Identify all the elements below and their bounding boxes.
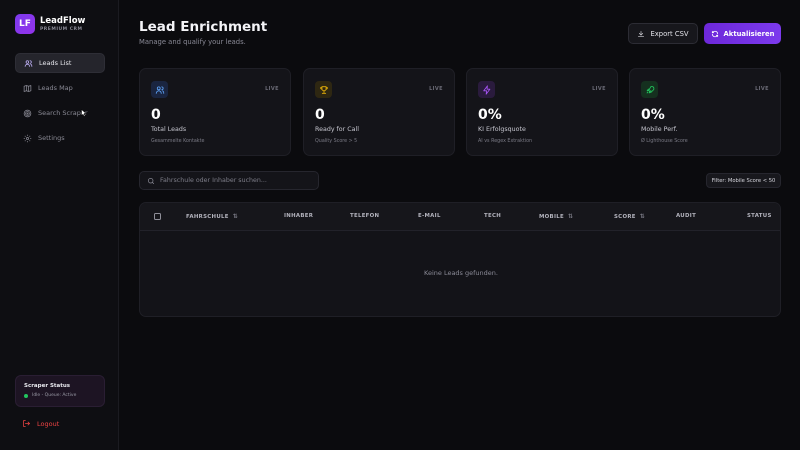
stat-value: 0% xyxy=(641,107,665,123)
refresh-icon xyxy=(711,30,718,37)
column-mobile[interactable]: MOBILE ⇅ xyxy=(539,213,573,220)
sidebar-item-search-scraper[interactable]: Search Scraper xyxy=(15,103,105,123)
column-audit: AUDIT xyxy=(676,213,697,219)
leads-table: FAHRSCHULE ⇅ INHABER TELEFON E-MAIL TECH … xyxy=(139,202,781,317)
live-badge: LIVE xyxy=(755,86,769,92)
filter-mobile-score-button[interactable]: Filter: Mobile Score < 50 xyxy=(706,173,781,188)
column-status: STATUS xyxy=(747,213,772,219)
export-csv-button[interactable]: Export CSV xyxy=(628,23,698,44)
sidebar: LF LeadFlow PREMIUM CRM Leads List Leads… xyxy=(0,0,119,450)
gear-icon xyxy=(23,134,32,142)
column-score[interactable]: SCORE ⇅ xyxy=(614,213,645,220)
stat-value: 0 xyxy=(315,107,325,123)
stat-sublabel: Ø Lighthouse Score xyxy=(641,139,688,144)
column-email: E-MAIL xyxy=(418,213,441,219)
bolt-icon xyxy=(482,84,490,95)
table-header: FAHRSCHULE ⇅ INHABER TELEFON E-MAIL TECH … xyxy=(140,203,780,231)
stat-label: KI Erfolgsquote xyxy=(478,126,526,133)
export-csv-label: Export CSV xyxy=(650,29,689,38)
search-input[interactable]: Fahrschule oder Inhaber suchen... xyxy=(139,171,319,190)
brand-logo: LF xyxy=(15,14,35,34)
live-badge: LIVE xyxy=(265,86,279,92)
stat-sublabel: Quality Score > 5 xyxy=(315,139,358,144)
live-badge: LIVE xyxy=(592,86,606,92)
trophy-icon xyxy=(319,85,328,94)
stat-label: Total Leads xyxy=(151,126,187,133)
logout-label: Logout xyxy=(37,419,60,428)
sort-icon: ⇅ xyxy=(639,213,646,220)
sidebar-item-label: Leads Map xyxy=(38,84,73,92)
select-all-checkbox[interactable] xyxy=(154,213,161,220)
scraper-status-card: Scraper Status Idle - Queue: Active xyxy=(15,375,105,407)
sidebar-item-leads-map[interactable]: Leads Map xyxy=(15,78,105,98)
refresh-button[interactable]: Aktualisieren xyxy=(704,23,781,44)
live-badge: LIVE xyxy=(429,86,443,92)
logout-button[interactable]: Logout xyxy=(22,419,59,428)
stat-card-total-leads: LIVE 0 Total Leads Gesammelte Kontakte xyxy=(139,68,291,156)
stat-value: 0% xyxy=(478,107,502,123)
sidebar-item-label: Settings xyxy=(38,134,65,142)
stat-card-ki-erfolgsquote: LIVE 0% KI Erfolgsquote AI vs Regex Extr… xyxy=(466,68,618,156)
logout-icon xyxy=(23,420,30,427)
scraper-status-title: Scraper Status xyxy=(24,383,71,389)
search-icon xyxy=(147,177,155,184)
refresh-label: Aktualisieren xyxy=(723,29,775,38)
brand[interactable]: LF LeadFlow PREMIUM CRM xyxy=(15,14,85,34)
column-fahrschule[interactable]: FAHRSCHULE ⇅ xyxy=(186,213,238,220)
sidebar-item-leads-list[interactable]: Leads List xyxy=(15,53,105,73)
stat-label: Mobile Perf. xyxy=(641,126,678,133)
stat-sublabel: Gesammelte Kontakte xyxy=(151,139,205,144)
scraper-status-text: Idle - Queue: Active xyxy=(32,393,77,398)
stat-value: 0 xyxy=(151,107,161,123)
page-title: Lead Enrichment xyxy=(139,19,268,35)
rocket-icon xyxy=(646,85,654,93)
stat-card-mobile-perf: LIVE 0% Mobile Perf. Ø Lighthouse Score xyxy=(629,68,781,156)
map-icon xyxy=(23,84,32,92)
sidebar-nav: Leads List Leads Map Search Scraper Sett… xyxy=(15,53,105,153)
stat-label: Ready for Call xyxy=(315,126,359,133)
brand-tagline: PREMIUM CRM xyxy=(40,26,83,32)
mouse-cursor-icon xyxy=(81,109,87,117)
brand-name: LeadFlow xyxy=(40,15,86,26)
users-icon xyxy=(24,59,33,67)
download-icon xyxy=(638,30,645,37)
search-placeholder: Fahrschule oder Inhaber suchen... xyxy=(160,177,267,184)
empty-state-text: Keine Leads gefunden. xyxy=(424,269,498,277)
sort-icon: ⇅ xyxy=(567,213,574,220)
sidebar-item-label: Leads List xyxy=(39,59,72,67)
target-icon xyxy=(23,109,32,117)
status-dot-icon xyxy=(24,393,28,398)
column-telefon: TELEFON xyxy=(350,213,380,219)
sort-icon: ⇅ xyxy=(232,213,239,220)
stat-card-ready-for-call: LIVE 0 Ready for Call Quality Score > 5 xyxy=(303,68,455,156)
page-subtitle: Manage and qualify your leads. xyxy=(139,38,246,46)
stat-sublabel: AI vs Regex Extraktion xyxy=(478,139,533,144)
sidebar-item-settings[interactable]: Settings xyxy=(15,128,105,148)
users-icon xyxy=(155,85,164,94)
column-inhaber: INHABER xyxy=(284,213,314,219)
column-tech: TECH xyxy=(484,213,502,219)
